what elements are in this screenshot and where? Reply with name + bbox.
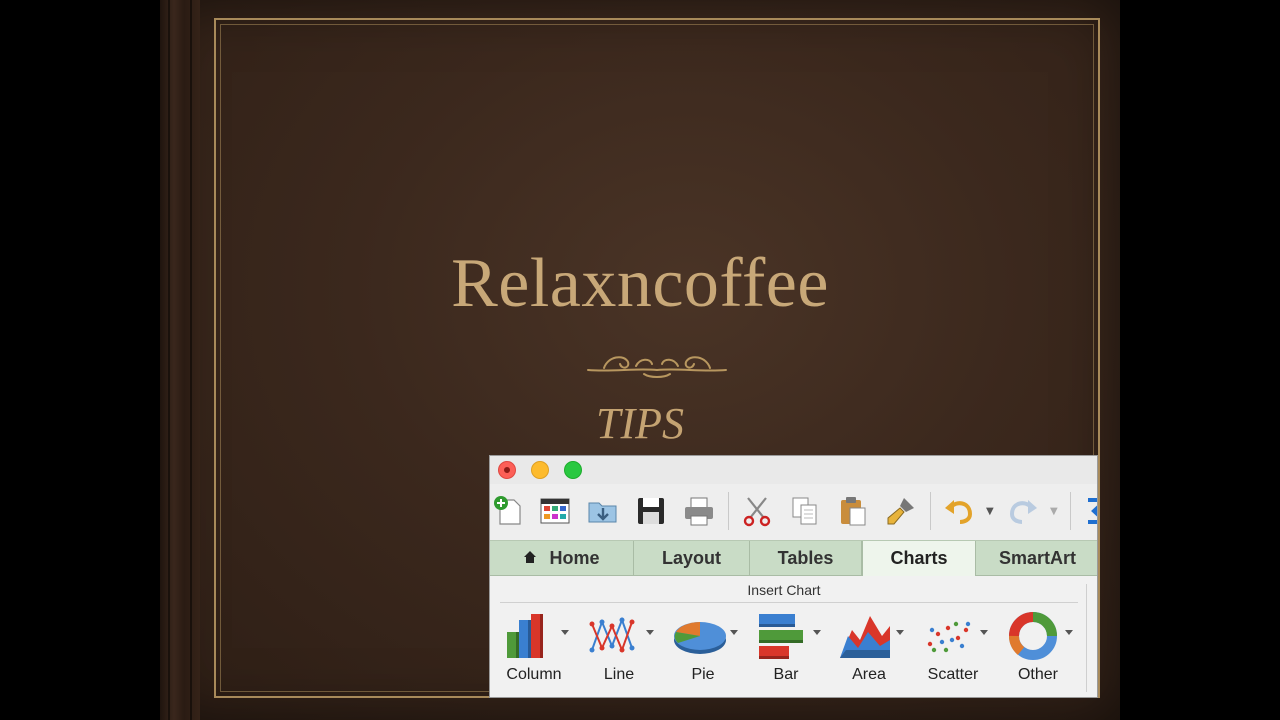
minimize-window-button[interactable] — [531, 461, 549, 479]
autosum-icon[interactable] — [1082, 494, 1098, 528]
cover-title: Relaxncoffee — [451, 245, 829, 322]
column-chart-label: Column — [506, 666, 562, 683]
line-chart-label: Line — [603, 666, 635, 683]
tab-smartart-label: SmartArt — [998, 548, 1077, 568]
window-titlebar — [490, 456, 1097, 484]
cut-icon[interactable] — [740, 494, 774, 528]
undo-icon[interactable] — [942, 494, 976, 528]
standard-toolbar: ▼ ▼ — [490, 484, 1098, 540]
area-chart-label: Area — [852, 666, 886, 683]
tab-layout-label: Layout — [661, 548, 721, 568]
column-chart-icon — [507, 614, 543, 658]
scatter-chart-label: Scatter — [927, 666, 979, 683]
tab-layout[interactable]: Layout — [634, 541, 750, 576]
line-chart-icon — [589, 617, 635, 653]
redo-icon[interactable] — [1006, 494, 1040, 528]
other-chart-icon — [1009, 612, 1057, 660]
format-painter-icon[interactable] — [884, 494, 918, 528]
book-spine — [160, 0, 200, 720]
excel-ribbon-window: ▼ ▼ Home Layout Tables Charts SmartArt I… — [489, 455, 1098, 698]
save-icon[interactable] — [634, 494, 668, 528]
other-chart-label: Other — [1017, 666, 1058, 683]
tab-charts[interactable]: Charts — [862, 541, 976, 576]
copy-icon[interactable] — [788, 494, 822, 528]
group-label: Insert Chart — [747, 582, 821, 598]
new-workbook-icon[interactable] — [492, 494, 526, 528]
bar-chart-button[interactable]: Bar — [747, 608, 825, 688]
ribbon-tabs: Home Layout Tables Charts SmartArt — [490, 540, 1097, 576]
zoom-window-button[interactable] — [564, 461, 582, 479]
flourish-ornament — [587, 356, 727, 378]
column-chart-button[interactable]: Column — [495, 608, 573, 688]
cover-subtitle: TIPS — [596, 399, 684, 448]
insert-chart-group: Insert Chart Column Line Pie Bar Area Sc… — [490, 576, 1097, 697]
close-window-button[interactable] — [498, 461, 516, 479]
home-icon — [524, 551, 537, 564]
tab-home-label: Home — [549, 548, 600, 568]
scatter-chart-icon — [927, 621, 971, 653]
pie-chart-label: Pie — [691, 666, 715, 683]
tab-tables-label: Tables — [777, 548, 834, 568]
tab-charts-label: Charts — [890, 548, 948, 568]
tab-home[interactable]: Home — [490, 541, 634, 576]
area-chart-icon — [840, 616, 890, 658]
scatter-chart-button[interactable]: Scatter — [914, 608, 992, 688]
tab-tables[interactable]: Tables — [750, 541, 862, 576]
paste-icon[interactable] — [836, 494, 870, 528]
gallery-icon[interactable] — [538, 494, 572, 528]
other-chart-button[interactable]: Other — [999, 608, 1077, 688]
line-chart-button[interactable]: Line — [580, 608, 658, 688]
open-icon[interactable] — [586, 494, 620, 528]
pie-chart-icon — [674, 622, 726, 654]
pie-chart-button[interactable]: Pie — [664, 608, 742, 688]
area-chart-button[interactable]: Area — [830, 608, 908, 688]
tab-smartart[interactable]: SmartArt — [976, 541, 1097, 576]
print-icon[interactable] — [682, 494, 716, 528]
bar-chart-icon — [759, 614, 803, 659]
bar-chart-label: Bar — [773, 666, 799, 683]
